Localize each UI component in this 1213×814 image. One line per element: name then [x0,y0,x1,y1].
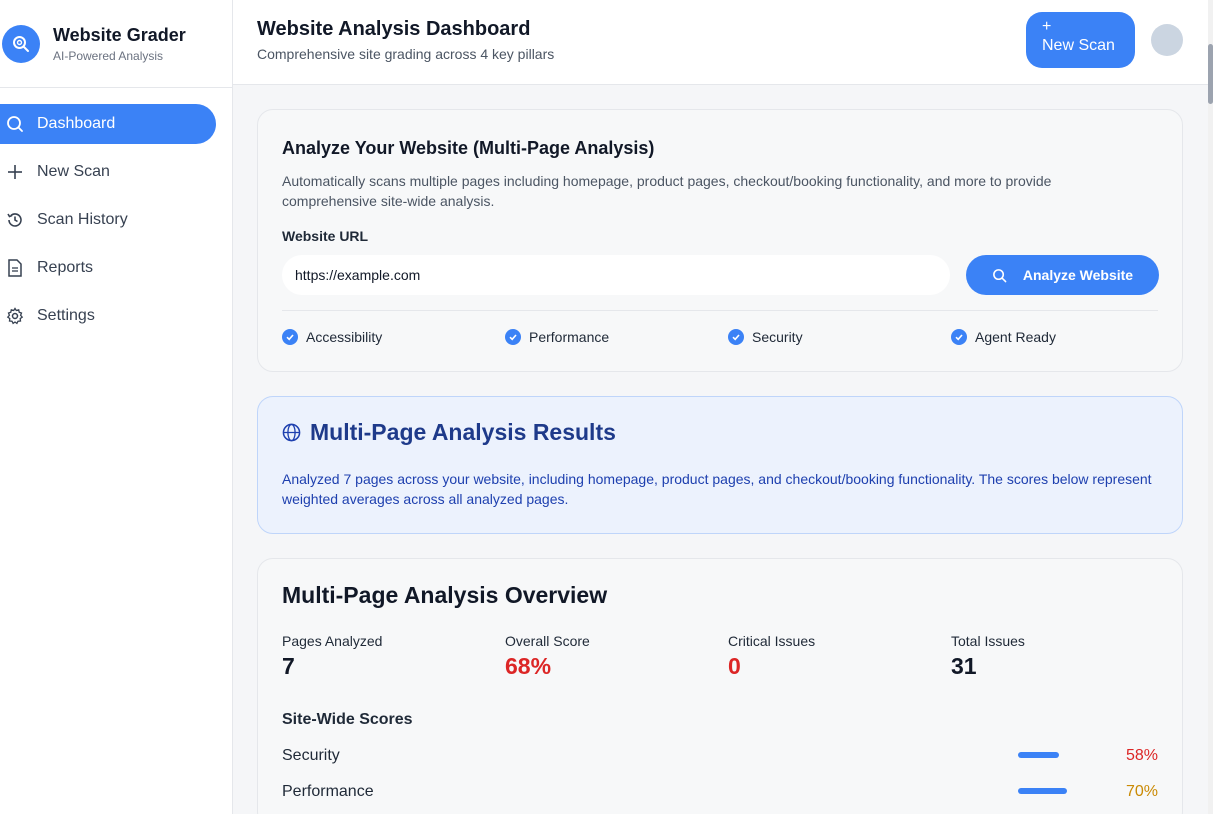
page-title: Website Analysis Dashboard [257,18,531,40]
scrollbar-thumb[interactable] [1208,44,1213,104]
check-icon [505,329,521,345]
search-icon [6,115,24,133]
stat-label: Total Issues [951,633,1025,649]
pillar-security: Security [728,329,803,345]
score-bar [1018,788,1088,794]
stat-value: 31 [951,653,977,679]
pillar-label: Security [752,329,803,345]
pillar-label: Accessibility [306,329,383,345]
analyze-description: Automatically scans multiple pages inclu… [282,173,1052,209]
score-row-security: Security 58% [282,747,1158,769]
new-scan-button[interactable]: + New Scan [1026,12,1135,68]
score-bar-fill [1018,788,1067,794]
score-value: 58% [1125,747,1158,764]
sidebar-item-label: Reports [37,259,94,276]
results-card: Multi-Page Analysis Results Analyzed 7 p… [257,396,1183,534]
stat-label: Critical Issues [728,633,816,649]
new-scan-label: New Scan [1042,37,1115,54]
results-title: Multi-Page Analysis Results [282,419,616,446]
avatar[interactable] [1151,24,1183,56]
scrollbar[interactable] [1208,0,1213,814]
results-description: Analyzed 7 pages across your website, in… [282,471,1152,507]
page-subtitle: Comprehensive site grading across 4 key … [257,46,555,62]
stat-label: Pages Analyzed [282,633,383,649]
sidebar-item-label: Settings [37,307,95,324]
sidebar-item-dashboard[interactable]: Dashboard [0,104,216,144]
check-icon [282,329,298,345]
magnifier-logo-icon [2,24,40,63]
plus-icon [6,163,24,181]
stat-total-issues: Total Issues 31 [951,633,1025,680]
score-bar [1018,752,1088,758]
sidebar-nav: Dashboard New Scan Scan History Reports … [0,88,232,336]
top-header: Website Analysis Dashboard Comprehensive… [233,0,1213,85]
sidebar-item-settings[interactable]: Settings [0,296,216,336]
divider [282,310,1158,311]
stat-critical-issues: Critical Issues 0 [728,633,815,680]
analyze-website-button[interactable]: Analyze Website [966,255,1159,295]
stat-label: Overall Score [505,633,590,649]
stat-value: 7 [282,653,295,679]
plus-icon: + [1042,18,1052,35]
sidebar-item-label: New Scan [37,163,110,180]
sidebar-item-label: Scan History [37,211,128,228]
gear-icon [6,307,24,325]
sidebar: Website Grader AI-Powered Analysis Dashb… [0,0,233,814]
sidebar-item-new-scan[interactable]: New Scan [0,152,216,192]
stat-overall-score: Overall Score 68% [505,633,590,680]
score-name: Performance [282,783,374,800]
check-icon [951,329,967,345]
pillar-performance: Performance [505,329,609,345]
stat-pages-analyzed: Pages Analyzed 7 [282,633,382,680]
sidebar-item-scan-history[interactable]: Scan History [0,200,216,240]
analyze-card: Analyze Your Website (Multi-Page Analysi… [257,109,1183,372]
score-row-performance: Performance 70% [282,783,1158,805]
check-icon [728,329,744,345]
brand: Website Grader AI-Powered Analysis [0,0,232,88]
brand-title: Website Grader [53,25,186,45]
overview-title: Multi-Page Analysis Overview [282,582,608,608]
results-title-text: Multi-Page Analysis Results [310,419,616,445]
document-icon [6,259,24,277]
url-input[interactable] [282,255,950,295]
score-name: Security [282,747,340,764]
pillar-label: Performance [529,329,610,345]
analyze-button-label: Analyze Website [1022,267,1134,283]
url-label: Website URL [282,228,369,244]
stat-value: 68% [505,653,552,679]
globe-icon [282,423,301,442]
analyze-title: Analyze Your Website (Multi-Page Analysi… [282,138,655,158]
stat-value: 0 [728,653,741,679]
search-icon [992,268,1007,283]
history-icon [6,211,24,229]
pillar-accessibility: Accessibility [282,329,382,345]
sidebar-item-label: Dashboard [37,115,116,132]
sidebar-item-reports[interactable]: Reports [0,248,216,288]
score-value: 70% [1125,783,1158,800]
overview-card: Multi-Page Analysis Overview Pages Analy… [257,558,1183,814]
score-bar-fill [1018,752,1059,758]
site-wide-scores-title: Site-Wide Scores [282,711,413,728]
pillar-agent-ready: Agent Ready [951,329,1056,345]
brand-subtitle: AI-Powered Analysis [53,49,164,63]
pillar-label: Agent Ready [975,329,1056,345]
